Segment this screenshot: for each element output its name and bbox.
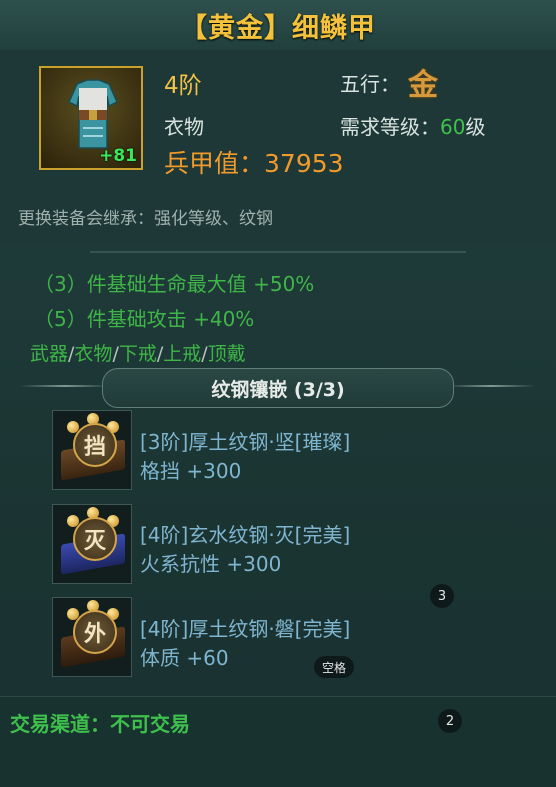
header-ornament-left — [20, 385, 110, 387]
gem-slot-2[interactable]: 灭 — [52, 504, 132, 584]
gem-glyph-icon: 挡 — [73, 423, 117, 467]
power-stat: 兵甲值：37953 — [164, 144, 344, 180]
item-tooltip-panel: 【黄金】细鳞甲 +81 4阶 衣物 五行： 金 需求等级：60级 兵甲值：379… — [0, 0, 556, 787]
level-req-unit: 级 — [465, 115, 486, 139]
trade-channel: 交易渠道：不可交易 — [10, 712, 190, 736]
gem-1-stat: 格挡 +300 — [140, 459, 242, 483]
power-value: 37953 — [264, 149, 344, 178]
item-title: 【黄金】细鳞甲 — [180, 12, 376, 44]
power-label: 兵甲值： — [164, 149, 265, 178]
armor-icon[interactable]: +81 — [39, 66, 143, 170]
set-part-upper-ring: 上戒 — [163, 343, 202, 365]
gem-slot-3[interactable]: 外 — [52, 597, 132, 677]
set-part-clothing: 衣物 — [74, 343, 113, 365]
gem-3-name: [4阶]厚土纹钢·磐[完美] — [140, 617, 351, 641]
metal-element-icon: 金 — [408, 68, 438, 103]
hint-badge-2[interactable]: 2 — [438, 709, 462, 733]
gem-glyph-icon: 灭 — [73, 517, 117, 561]
gem-1-name: [3阶]厚土纹钢·坚[璀璨] — [140, 430, 351, 454]
set-bonus-line-2: （5）件基础攻击 +40% — [34, 307, 255, 331]
inherit-note: 更换装备会继承：强化等级、纹钢 — [18, 209, 273, 229]
enhance-level: +81 — [99, 146, 137, 166]
header-ornament-right — [446, 385, 536, 387]
item-type: 衣物 — [164, 115, 204, 139]
level-req-label: 需求等级： — [340, 115, 440, 139]
socket-header-text: 纹钢镶嵌 (3/3) — [211, 378, 345, 401]
item-title-bar: 【黄金】细鳞甲 — [0, 0, 556, 51]
element-label: 五行： — [340, 72, 400, 96]
level-req-value: 60 — [440, 115, 466, 139]
set-bonus-line-1: （3）件基础生命最大值 +50% — [34, 272, 315, 296]
gem-3-stat: 体质 +60 — [140, 646, 229, 670]
gem-2-stat: 火系抗性 +300 — [140, 552, 282, 576]
section-divider — [90, 251, 466, 253]
gem-glyph-icon: 外 — [73, 610, 117, 654]
gem-slot-1[interactable]: 挡 — [52, 410, 132, 490]
gem-2-name: [4阶]玄水纹钢·灭[完美] — [140, 523, 351, 547]
item-tier: 4阶 — [164, 73, 202, 99]
set-part-lower-ring: 下戒 — [118, 343, 157, 365]
level-requirement: 需求等级：60级 — [340, 111, 485, 140]
set-part-headgear: 顶戴 — [207, 343, 246, 365]
socket-section-header: 纹钢镶嵌 (3/3) — [102, 368, 454, 408]
hint-badge-3[interactable]: 3 — [430, 584, 454, 608]
set-part-weapon: 武器 — [30, 343, 69, 365]
set-parts-list: 武器/衣物/下戒/上戒/顶戴 — [30, 339, 246, 366]
space-key-hint[interactable]: 空格 — [314, 656, 354, 678]
